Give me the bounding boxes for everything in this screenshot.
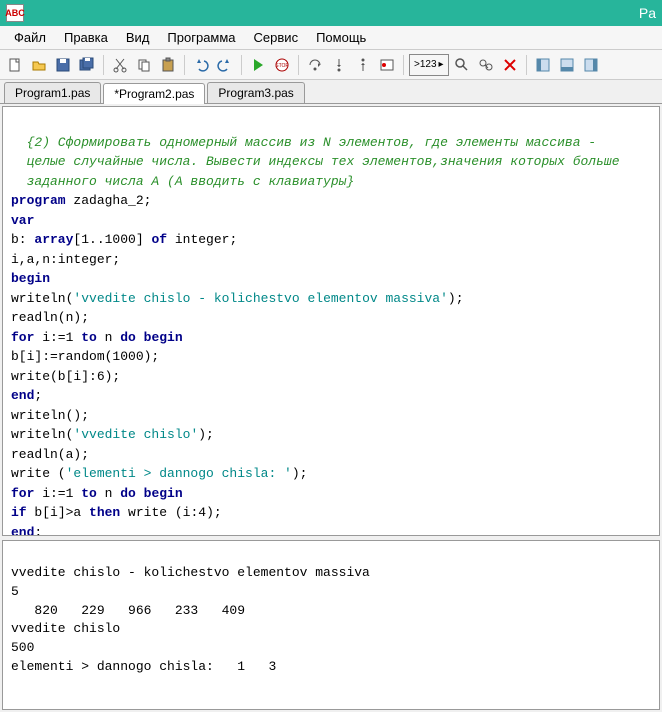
output-line: 5 <box>11 583 651 602</box>
code-line: writeln('vvedite chislo'); <box>11 425 651 445</box>
code-line: b: array[1..1000] of integer; <box>11 230 651 250</box>
find-again-icon[interactable] <box>475 54 497 76</box>
menu-item-3[interactable]: Программа <box>159 27 243 48</box>
view2-icon[interactable] <box>556 54 578 76</box>
menu-item-0[interactable]: Файл <box>6 27 54 48</box>
new-file-icon[interactable] <box>4 54 26 76</box>
file-tabs: Program1.pas*Program2.pasProgram3.pas <box>0 80 662 104</box>
copy-icon[interactable] <box>133 54 155 76</box>
stop-icon[interactable]: STOP <box>271 54 293 76</box>
file-tab-2[interactable]: Program3.pas <box>207 82 304 103</box>
cut-icon[interactable] <box>109 54 131 76</box>
code-line: for i:=1 to n do begin <box>11 328 651 348</box>
code-line: {2) Сформировать одномерный массив из N … <box>11 133 651 153</box>
toolbar: STOP >123▸ <box>0 50 662 80</box>
output-line: vvedite chislo <box>11 620 651 639</box>
menu-item-2[interactable]: Вид <box>118 27 158 48</box>
menu-item-1[interactable]: Правка <box>56 27 116 48</box>
window-title: Pa <box>30 5 656 21</box>
breakpoint-icon[interactable] <box>376 54 398 76</box>
code-line: end; <box>11 523 651 537</box>
code-line: write ('elementi > dannogo chisla: '); <box>11 464 651 484</box>
view3-icon[interactable] <box>580 54 602 76</box>
run-icon[interactable] <box>247 54 269 76</box>
undo-icon[interactable] <box>190 54 212 76</box>
code-line: if b[i]>a then write (i:4); <box>11 503 651 523</box>
redo-icon[interactable] <box>214 54 236 76</box>
find-icon[interactable] <box>451 54 473 76</box>
delete-icon[interactable] <box>499 54 521 76</box>
output-panel: vvedite chislo - kolichestvo elementov m… <box>2 540 660 710</box>
app-icon: ABC <box>6 4 24 22</box>
open-file-icon[interactable] <box>28 54 50 76</box>
code-editor[interactable]: {2) Сформировать одномерный массив из N … <box>2 106 660 536</box>
output-line: vvedite chislo - kolichestvo elementov m… <box>11 564 651 583</box>
menu-bar: ФайлПравкаВидПрограммаСервисПомощь <box>0 26 662 50</box>
view1-icon[interactable] <box>532 54 554 76</box>
code-line: readln(a); <box>11 445 651 465</box>
code-line: целые случайные числа. Вывести индексы т… <box>11 152 651 172</box>
output-line: 500 <box>11 639 651 658</box>
code-line: readln(n); <box>11 308 651 328</box>
code-line: var <box>11 211 651 231</box>
output-line: elementi > dannogo chisla: 1 3 <box>11 658 651 677</box>
svg-text:STOP: STOP <box>275 63 289 69</box>
menu-item-4[interactable]: Сервис <box>246 27 307 48</box>
code-line: end; <box>11 386 651 406</box>
toolbar-separator <box>241 55 242 75</box>
goto-line-icon[interactable]: >123▸ <box>409 54 449 76</box>
step-over-icon[interactable] <box>304 54 326 76</box>
code-line: for i:=1 to n do begin <box>11 484 651 504</box>
toolbar-separator <box>184 55 185 75</box>
code-line: заданного числа A (A вводить с клавиатур… <box>11 172 651 192</box>
menu-item-5[interactable]: Помощь <box>308 27 374 48</box>
code-line: write(b[i]:6); <box>11 367 651 387</box>
toolbar-separator <box>298 55 299 75</box>
file-tab-0[interactable]: Program1.pas <box>4 82 101 103</box>
toolbar-separator <box>103 55 104 75</box>
code-line: writeln(); <box>11 406 651 426</box>
save-all-icon[interactable] <box>76 54 98 76</box>
save-icon[interactable] <box>52 54 74 76</box>
code-line: program zadagha_2; <box>11 191 651 211</box>
code-line: writeln('vvedite chislo - kolichestvo el… <box>11 289 651 309</box>
step-into-icon[interactable] <box>328 54 350 76</box>
toolbar-separator <box>526 55 527 75</box>
code-line: i,a,n:integer; <box>11 250 651 270</box>
code-line: b[i]:=random(1000); <box>11 347 651 367</box>
toolbar-separator <box>403 55 404 75</box>
code-line: begin <box>11 269 651 289</box>
paste-icon[interactable] <box>157 54 179 76</box>
file-tab-1[interactable]: *Program2.pas <box>103 83 205 104</box>
step-out-icon[interactable] <box>352 54 374 76</box>
output-line: 820 229 966 233 409 <box>11 602 651 621</box>
title-bar: ABC Pa <box>0 0 662 26</box>
